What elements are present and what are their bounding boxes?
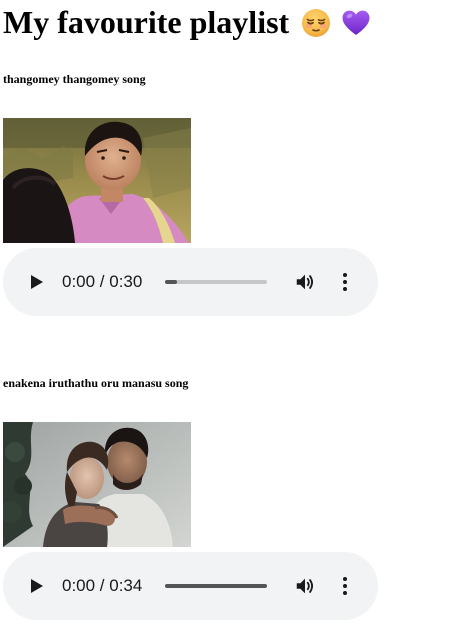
relieved-face-emoji-icon [301, 7, 331, 37]
page-title-text: My favourite playlist [3, 4, 290, 40]
page-title: My favourite playlist [3, 2, 371, 42]
more-options-icon[interactable] [337, 576, 353, 596]
volume-icon[interactable] [294, 271, 316, 293]
more-options-icon[interactable] [337, 272, 353, 292]
song-title: enakena iruthathu oru manasu song [3, 376, 189, 390]
play-icon[interactable] [29, 274, 45, 290]
seek-buffered [165, 584, 267, 588]
seek-buffered [165, 280, 178, 284]
play-icon[interactable] [29, 578, 45, 594]
song-title: thangomey thangomey song [3, 72, 146, 86]
volume-icon[interactable] [294, 575, 316, 597]
seek-slider[interactable] [165, 584, 267, 588]
song-thumbnail-image [3, 422, 191, 547]
song-thumbnail-image [3, 118, 191, 243]
seek-slider[interactable] [165, 280, 267, 284]
audio-player[interactable]: 0:00 / 0:30 [3, 248, 378, 316]
playback-time: 0:00 / 0:30 [62, 272, 143, 291]
playlist-page: My favourite playlist thangomey thangome… [0, 0, 465, 631]
playback-time: 0:00 / 0:34 [62, 576, 143, 595]
purple-heart-icon [341, 7, 371, 37]
audio-player[interactable]: 0:00 / 0:34 [3, 552, 378, 620]
